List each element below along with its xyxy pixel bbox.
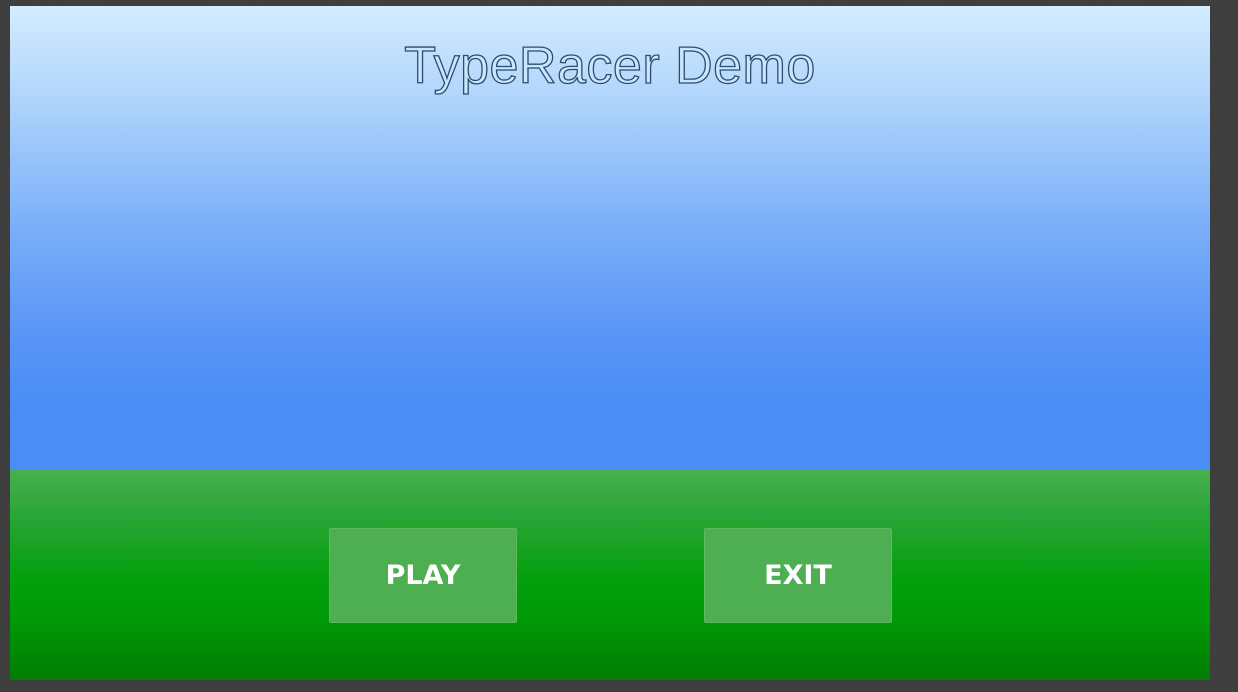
play-button[interactable]: PLAY	[329, 528, 517, 623]
game-canvas: TypeRacer Demo PLAY EXIT	[10, 6, 1210, 680]
game-title: TypeRacer Demo	[404, 36, 816, 95]
ground-background	[10, 470, 1210, 680]
exit-button[interactable]: EXIT	[704, 528, 892, 623]
